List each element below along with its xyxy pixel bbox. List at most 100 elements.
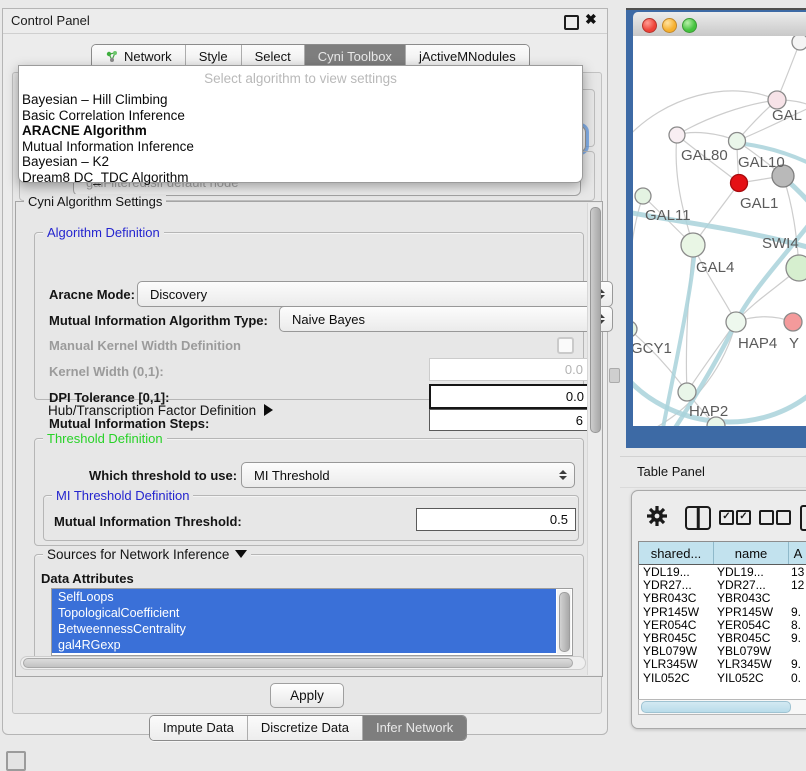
tab-infer-network[interactable]: Infer Network [363, 716, 466, 740]
mi-threshold-value: 0.5 [550, 512, 568, 527]
data-attributes-list[interactable]: SelfLoopsTopologicalCoefficientBetweenne… [51, 588, 573, 656]
kernel-width-field[interactable]: 0.0 [429, 358, 591, 381]
table-row[interactable]: YDR27...YDR27...12 [639, 578, 806, 591]
tab-label-impute-data: Impute Data [163, 717, 234, 739]
mi-type-combo[interactable]: Naive Bayes [279, 306, 613, 332]
gear-icon[interactable] [646, 504, 668, 528]
node-table[interactable]: shared...nameA YDL19...YDL19...13YDR27..… [638, 541, 806, 715]
table-row[interactable]: YDL19...YDL19...13 [639, 565, 806, 578]
table-panel-window: ✓ ✓ shared...nameA YDL19...YDL19...13YDR… [631, 490, 806, 729]
table-hscroll-thumb[interactable] [641, 701, 791, 713]
network-node[interactable] [726, 312, 746, 332]
sources-toggle[interactable]: Sources for Network Inference [43, 547, 251, 562]
attr-list-scroll-thumb[interactable] [559, 592, 570, 652]
network-node[interactable] [681, 233, 705, 257]
splitter-grip[interactable] [609, 368, 620, 383]
float-window-icon[interactable] [564, 15, 579, 30]
network-node[interactable] [669, 127, 685, 143]
attr-list-item[interactable]: TopologicalCoefficient [52, 605, 556, 621]
network-node[interactable] [678, 383, 696, 401]
attr-list-item[interactable]: SelfLoops [52, 589, 556, 605]
table-cell: YBR045C [639, 631, 713, 644]
attr-list-scrollbar[interactable] [557, 590, 571, 654]
collapsed-panel-button[interactable] [6, 751, 26, 771]
network-icon [105, 50, 119, 64]
algorithm-option-aracne-algorithm[interactable]: ARACNE Algorithm [19, 123, 582, 139]
network-node[interactable] [635, 188, 651, 204]
network-node-label: GCY1 [633, 340, 672, 357]
network-node[interactable] [784, 313, 802, 331]
unchecked-checkbox-icon[interactable] [776, 510, 791, 525]
settings-vscroll-thumb[interactable] [590, 207, 601, 433]
table-cell: YLR345W [713, 657, 787, 670]
table-cell: YDL19... [639, 565, 713, 578]
apply-button[interactable]: Apply [270, 683, 344, 708]
table-row[interactable]: YBR043CYBR043C [639, 591, 806, 604]
mi-steps-field[interactable]: 6 [429, 409, 591, 431]
mi-threshold-field[interactable]: 0.5 [416, 508, 576, 531]
dpi-tolerance-field[interactable]: 0.0 [429, 384, 593, 409]
table-row[interactable]: YBR045CYBR045C9. [639, 631, 806, 644]
which-threshold-combo[interactable]: MI Threshold [241, 462, 575, 488]
column-header-name[interactable]: name [714, 542, 789, 564]
table-panel-title: Table Panel [637, 464, 705, 479]
algorithm-option-mutual-information-inference[interactable]: Mutual Information Inference [19, 139, 582, 155]
algorithm-option-bayesian-hill-climbing[interactable]: Bayesian – Hill Climbing [19, 92, 582, 108]
mi-threshold-definition-group: MI Threshold Definition Mutual Informati… [43, 495, 579, 541]
table-cell: YBR045C [713, 631, 787, 644]
settings-hscroll-thumb[interactable] [23, 658, 573, 668]
table-cell [787, 644, 806, 657]
tab-impute-data[interactable]: Impute Data [150, 716, 248, 740]
unchecked-checkbox-icon[interactable] [759, 510, 774, 525]
checked-checkbox-icon[interactable]: ✓ [719, 510, 734, 525]
checked-checkbox-icon[interactable]: ✓ [736, 510, 751, 525]
algorithm-definition-title: Algorithm Definition [43, 225, 164, 240]
network-canvas[interactable]: GALGAL80GAL10GAL1GAL11SWI4GAL4GCY1HAP4YH… [633, 36, 806, 426]
column-header-a[interactable]: A [789, 542, 806, 564]
table-cell: YPR145W [639, 605, 713, 618]
network-node-label: GAL [772, 107, 802, 124]
settings-vscrollbar[interactable] [587, 203, 601, 675]
column-header-shared[interactable]: shared... [639, 542, 714, 564]
settings-group-title: Cyni Algorithm Settings [24, 194, 166, 209]
network-window-titlebar[interactable] [633, 12, 806, 38]
algorithm-option-basic-correlation-inference[interactable]: Basic Correlation Inference [19, 108, 582, 124]
network-edge [693, 245, 736, 322]
mi-type-label: Mutual Information Algorithm Type: [49, 313, 268, 328]
table-cell: YER054C [713, 618, 787, 631]
hub-section-toggle[interactable]: Hub/Transcription Factor Definition [48, 403, 273, 418]
table-row[interactable]: YLR345WYLR345W9. [639, 657, 806, 670]
table-cell: YER054C [639, 618, 713, 631]
table-hscrollbar[interactable] [638, 699, 806, 715]
attr-list-item[interactable]: BetweennessCentrality [52, 621, 556, 637]
network-node[interactable] [786, 255, 806, 281]
tab-discretize-data[interactable]: Discretize Data [248, 716, 363, 740]
table-cell: YDL19... [713, 565, 787, 578]
spinner-arrows-icon [559, 470, 567, 480]
table-row[interactable]: YIL052CYIL052C0. [639, 671, 806, 684]
network-node[interactable] [731, 175, 748, 192]
kernel-width-value: 0.0 [565, 362, 583, 377]
manual-kernel-label: Manual Kernel Width Definition [49, 338, 241, 353]
close-traffic-light-icon[interactable] [642, 18, 657, 33]
table-cell: YDR27... [713, 578, 787, 591]
attr-list-item[interactable]: gal4RGexp [52, 637, 556, 653]
table-row[interactable]: YER054CYER054C8. [639, 618, 806, 631]
table-row[interactable]: YBL079WYBL079W [639, 644, 806, 657]
manual-kernel-checkbox[interactable] [557, 337, 574, 354]
settings-hscrollbar[interactable] [20, 656, 586, 670]
zoom-traffic-light-icon[interactable] [682, 18, 697, 33]
split-columns-icon[interactable] [685, 506, 711, 530]
network-node[interactable] [633, 321, 637, 337]
sources-group: Sources for Network Inference Data Attri… [34, 554, 584, 664]
close-icon[interactable]: ✖ [585, 11, 597, 28]
table-mode-icon[interactable] [800, 505, 806, 531]
network-node[interactable] [729, 133, 746, 150]
network-node-label: HAP2 [689, 403, 728, 420]
network-node[interactable] [792, 36, 806, 50]
table-row[interactable]: YPR145WYPR145W9. [639, 605, 806, 618]
algorithm-option-bayesian-k2[interactable]: Bayesian – K2 [19, 154, 582, 170]
minimize-traffic-light-icon[interactable] [662, 18, 677, 33]
aracne-mode-combo[interactable]: Discovery [137, 281, 613, 307]
algorithm-option-dream8-dc-tdc-algorithm[interactable]: Dream8 DC_TDC Algorithm [19, 170, 582, 186]
